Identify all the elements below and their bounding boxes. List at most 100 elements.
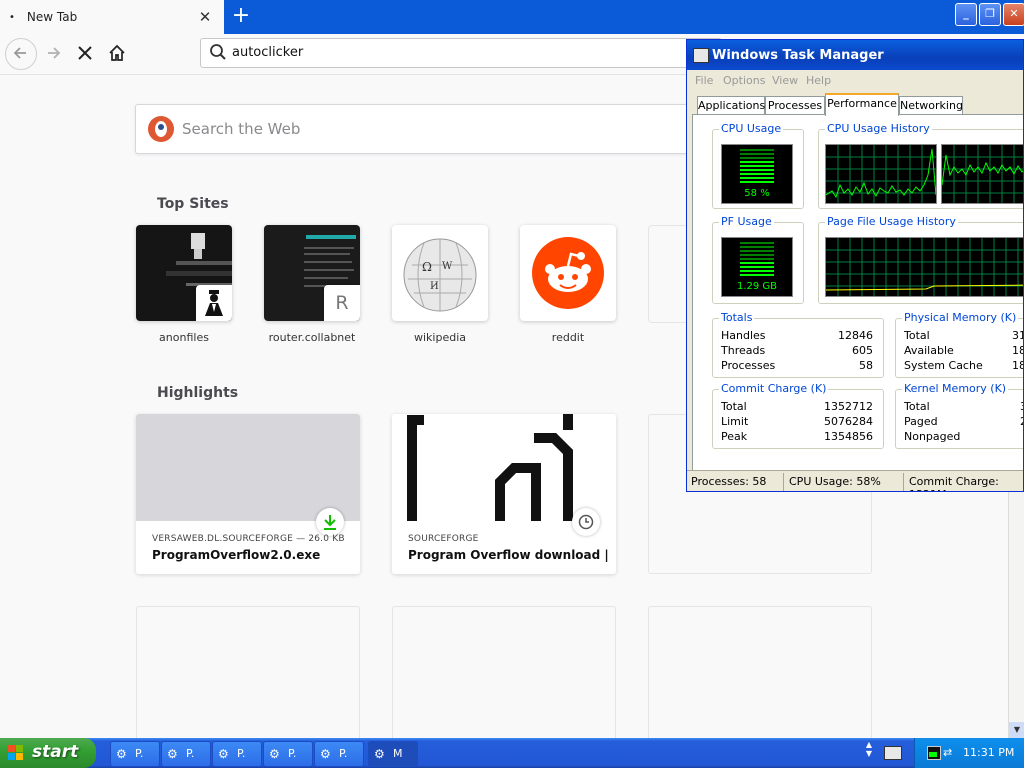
keyboard-icon[interactable] xyxy=(884,746,902,760)
highlight-source: VERSAWEB.DL.SOURCEFORGE — 26.0 KB xyxy=(152,534,345,544)
totals-row: Threads 605 xyxy=(721,344,873,357)
page-scrollbar[interactable]: ▼ xyxy=(1008,492,1024,738)
close-button[interactable]: ✕ xyxy=(1003,3,1024,26)
totals-row: Handles 12846 xyxy=(721,329,873,342)
performance-panel: CPU Usage 58 % CPU Usage History PF Usag… xyxy=(692,114,1023,476)
top-site-label: router.collabnet xyxy=(268,331,356,344)
top-site-label: anonfiles xyxy=(159,331,209,344)
highlights-heading: Highlights xyxy=(157,385,239,401)
taskbar-item-label: P. xyxy=(288,747,297,760)
pf-history-chart xyxy=(826,238,1023,296)
row-value: 18 xyxy=(1012,359,1023,372)
top-site-reddit[interactable]: reddit xyxy=(520,225,616,344)
pf-history-group: Page File Usage History xyxy=(818,215,1023,304)
wikipedia-globe-icon: Ω W И xyxy=(403,238,477,312)
menu-view[interactable]: View xyxy=(772,74,798,87)
svg-text:Ω: Ω xyxy=(422,260,432,274)
program-icon: ⚙ xyxy=(116,747,127,761)
menu-file[interactable]: File xyxy=(695,74,713,87)
tab-strip: • New Tab ✕ + _ ❐ ✕ xyxy=(0,0,1024,34)
commit-row: Total 1352712 xyxy=(721,400,873,413)
highlight-source: SOURCEFORGE xyxy=(408,534,479,544)
taskbar-item[interactable]: ⚙ P. xyxy=(110,741,160,767)
taskbar-item[interactable]: ⚙ P. xyxy=(263,741,313,767)
highlight-card[interactable]: SOURCEFORGE Program Overflow download | … xyxy=(392,414,616,574)
row-value: 31 xyxy=(1012,329,1023,342)
network-tray-icon[interactable]: ⇄ xyxy=(943,746,955,759)
cpu-usage-title: CPU Usage xyxy=(719,122,784,135)
row-label: Processes xyxy=(721,359,776,372)
taskbar-item-label: P. xyxy=(135,747,144,760)
row-value: 3 xyxy=(1020,400,1023,413)
url-input[interactable]: autoclicker xyxy=(232,45,303,60)
taskbar-item-active[interactable]: ⚙ M xyxy=(368,741,418,767)
physical-row: Available 18 xyxy=(904,344,1023,357)
back-button[interactable] xyxy=(5,38,37,70)
tab-processes[interactable]: Processes xyxy=(765,96,825,114)
tab-applications[interactable]: Applications xyxy=(697,96,765,114)
menu-help[interactable]: Help xyxy=(806,74,831,87)
arrow-right-icon xyxy=(48,47,61,59)
cpu-history-graph-core2 xyxy=(941,144,1023,204)
top-site-label: reddit xyxy=(551,331,585,344)
cpu-usage-group: CPU Usage 58 % xyxy=(712,122,804,209)
status-cpu: CPU Usage: 58% xyxy=(789,475,881,488)
home-button[interactable] xyxy=(102,38,132,68)
pf-history-title: Page File Usage History xyxy=(825,215,958,228)
tab-new-tab[interactable]: • New Tab ✕ xyxy=(0,0,224,34)
new-tab-button[interactable]: + xyxy=(228,2,254,30)
highlight-preview xyxy=(136,414,360,521)
site-thumbnail xyxy=(136,225,232,321)
cpu-history-chart-core2 xyxy=(942,145,1023,203)
menu-options[interactable]: Options xyxy=(723,74,765,87)
program-icon: ⚙ xyxy=(218,747,229,761)
top-site-wikipedia[interactable]: Ω W И wikipedia xyxy=(392,225,488,344)
highlight-card[interactable]: VERSAWEB.DL.SOURCEFORGE — 26.0 KB Progra… xyxy=(136,414,360,574)
kernel-row: Total 3 xyxy=(904,400,1023,413)
row-label: Paged xyxy=(904,415,938,428)
top-site-anonfiles[interactable]: anonfiles xyxy=(136,225,232,344)
pf-usage-value: 1.29 GB xyxy=(736,281,778,292)
tab-networking[interactable]: Networking xyxy=(899,96,963,114)
commit-charge-title: Commit Charge (K) xyxy=(719,382,829,395)
maximize-button[interactable]: ❐ xyxy=(979,3,1001,26)
row-value: 2 xyxy=(1020,415,1023,428)
web-search-box[interactable]: Search the Web xyxy=(135,104,717,154)
svg-text:W: W xyxy=(442,261,453,272)
totals-row: Processes 58 xyxy=(721,359,873,372)
site-thumbnail: Ω W И xyxy=(392,225,488,321)
stop-button[interactable] xyxy=(70,38,100,68)
pf-history-graph xyxy=(825,237,1023,297)
taskbar-scroll-arrows[interactable]: ▲ ▼ xyxy=(862,740,876,766)
duckduckgo-logo-icon xyxy=(148,116,174,142)
row-value: 12846 xyxy=(838,329,873,342)
taskbar-item[interactable]: ⚙ P. xyxy=(212,741,262,767)
row-value: 605 xyxy=(852,344,873,357)
physical-memory-group: Physical Memory (K) Total31 Available18 … xyxy=(895,311,1023,378)
start-label: start xyxy=(32,742,79,762)
totals-group: Totals Handles 12846 Threads 605 Processes… xyxy=(712,311,884,378)
tab-close-icon[interactable]: ✕ xyxy=(196,8,214,26)
minimize-button[interactable]: _ xyxy=(955,3,977,26)
pf-usage-title: PF Usage xyxy=(719,215,774,228)
search-placeholder: Search the Web xyxy=(182,120,301,138)
url-bar[interactable]: autoclicker xyxy=(200,38,722,68)
start-button[interactable]: start xyxy=(0,738,96,768)
system-tray: ⇄ 11:31 PM xyxy=(914,738,1024,768)
row-label: Total xyxy=(904,400,930,413)
task-manager-window: Windows Task Manager File Options View H… xyxy=(686,39,1024,492)
program-icon: ⚙ xyxy=(320,747,331,761)
scroll-down-icon[interactable]: ▼ xyxy=(1009,722,1024,738)
taskbar-item[interactable]: ⚙ P. xyxy=(314,741,364,767)
totals-title: Totals xyxy=(719,311,755,324)
clock-icon xyxy=(572,508,600,536)
taskbar-item[interactable]: ⚙ P. xyxy=(161,741,211,767)
cpu-usage-value: 58 % xyxy=(744,188,770,199)
tab-performance[interactable]: Performance xyxy=(825,93,899,116)
windows-taskbar: start ⚙ P. ⚙ P. ⚙ P. ⚙ P. ⚙ P. ⚙ M ▲ ▼ ⇄ 11:31 … xyxy=(0,738,1024,768)
reddit-alien-icon xyxy=(532,237,604,309)
top-sites-heading: Top Sites xyxy=(157,196,229,212)
forward-button[interactable] xyxy=(38,38,68,68)
task-manager-titlebar[interactable]: Windows Task Manager xyxy=(687,40,1023,70)
top-site-router-collabnet[interactable]: R router.collabnet xyxy=(264,225,360,344)
